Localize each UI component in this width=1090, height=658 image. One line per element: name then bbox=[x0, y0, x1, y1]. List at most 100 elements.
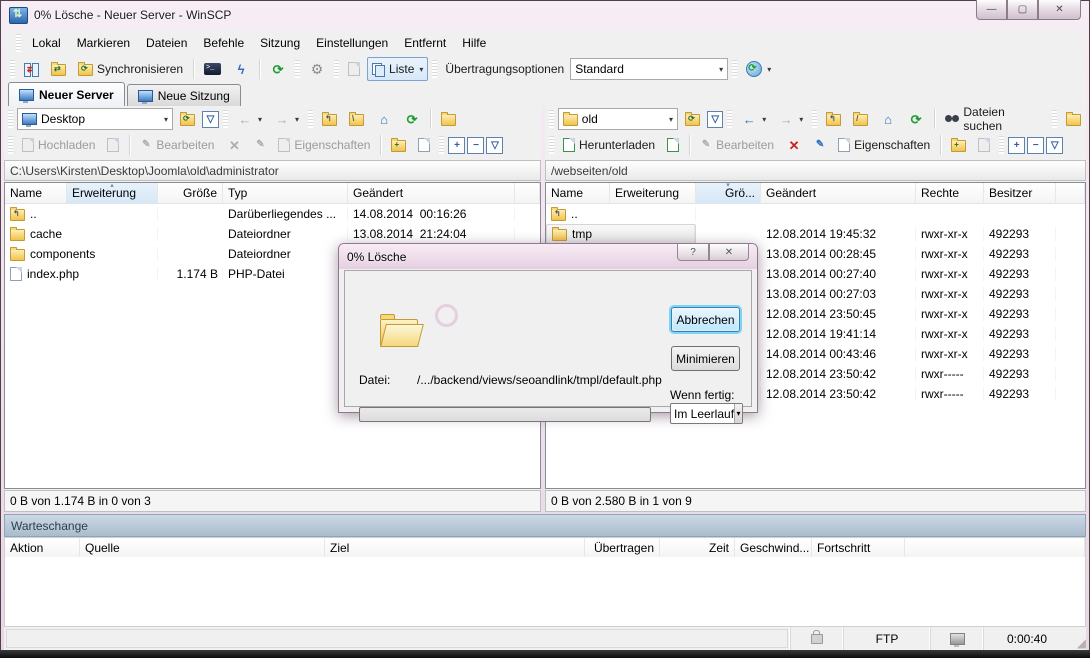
chevron-down-icon[interactable]: ▾ bbox=[767, 65, 771, 74]
dialog-close-button[interactable]: ✕ bbox=[709, 244, 749, 261]
tab-neue-sitzung[interactable]: Neue Sitzung bbox=[127, 84, 241, 106]
statusbar-protocol-cell[interactable]: FTP bbox=[843, 627, 930, 650]
cancel-button[interactable]: Abbrechen bbox=[671, 307, 740, 332]
download-background-button[interactable] bbox=[662, 133, 684, 157]
remote-new-folder-button[interactable]: + bbox=[946, 133, 971, 157]
refresh-button[interactable]: ⟳ bbox=[265, 57, 291, 81]
remote-back-button[interactable]: ←▾ bbox=[736, 107, 771, 131]
remote-open-directory-button[interactable]: ⟳ bbox=[680, 107, 705, 131]
list-view-button[interactable]: Liste ▾ bbox=[367, 57, 428, 81]
local-new-link-button[interactable] bbox=[413, 133, 435, 157]
local-path-bar[interactable]: C:\Users\Kirsten\Desktop\Joomla\old\admi… bbox=[4, 160, 541, 181]
chevron-down-icon[interactable]: ▾ bbox=[762, 115, 766, 124]
column-header-name[interactable]: Name bbox=[5, 183, 67, 203]
column-header-rechte[interactable]: Rechte bbox=[916, 183, 984, 203]
custom-commands-button[interactable]: ϟ bbox=[228, 57, 254, 81]
minimize-dialog-button[interactable]: Minimieren bbox=[671, 346, 740, 371]
column-header-erweiterung[interactable]: ▴Erweiterung bbox=[67, 183, 158, 203]
remote-refresh-button[interactable]: ⟳ bbox=[903, 107, 929, 131]
remote-select-button[interactable]: + bbox=[1008, 137, 1025, 154]
download-button[interactable]: Herunterladen bbox=[558, 133, 660, 157]
menu-befehle[interactable]: Befehle bbox=[196, 33, 251, 53]
synchronize-button[interactable]: ⟳ Synchronisieren bbox=[73, 57, 188, 81]
file-row-cache[interactable]: cache Dateiordner 13.08.2014 21:24:04 bbox=[5, 224, 540, 244]
remote-rename-button[interactable]: ✎ bbox=[809, 133, 831, 157]
close-button[interactable]: ✕ bbox=[1038, 0, 1081, 20]
commander-view-button[interactable]: ⇄ bbox=[19, 57, 44, 81]
menu-hilfe[interactable]: Hilfe bbox=[455, 33, 493, 53]
file-value: /.../backend/views/seoandlink/tmpl/defau… bbox=[417, 373, 662, 387]
file-row-parent[interactable]: ↰.. Darüberliegendes ... 14.08.2014 00:1… bbox=[5, 204, 540, 224]
preferences-button[interactable]: ⚙ bbox=[304, 57, 330, 81]
queue-column-zeit[interactable]: Zeit bbox=[660, 538, 735, 558]
queue-column-fortschritt[interactable]: Fortschritt bbox=[812, 538, 905, 558]
column-header-typ[interactable]: Typ bbox=[223, 183, 348, 203]
local-select-button[interactable]: + bbox=[448, 137, 465, 154]
column-header-geaendert[interactable]: Geändert bbox=[348, 183, 515, 203]
local-new-folder-button[interactable]: + bbox=[386, 133, 411, 157]
tree-icon bbox=[1066, 114, 1081, 126]
local-root-directory-button[interactable]: \ bbox=[344, 107, 369, 131]
file-row-parent[interactable]: ↰.. bbox=[546, 204, 1085, 224]
column-header-groesse[interactable]: ▾Grö... bbox=[696, 183, 761, 203]
local-open-directory-button[interactable]: ⟳ bbox=[175, 107, 200, 131]
find-files-button[interactable]: Dateien suchen bbox=[940, 107, 1048, 131]
column-header-besitzer[interactable]: Besitzer bbox=[984, 183, 1056, 203]
local-selection-filter-button[interactable]: ▽ bbox=[486, 137, 503, 154]
statusbar-security-cell[interactable] bbox=[790, 627, 843, 650]
remote-parent-directory-button[interactable]: ↰ bbox=[821, 107, 846, 131]
minimize-button[interactable]: — bbox=[976, 0, 1007, 20]
remote-unselect-button[interactable]: − bbox=[1027, 137, 1044, 154]
menu-lokal[interactable]: Lokal bbox=[25, 33, 68, 53]
restore-button[interactable]: ▢ bbox=[1007, 0, 1038, 20]
menu-dateien[interactable]: Dateien bbox=[139, 33, 194, 53]
remote-directory-combobox[interactable]: old ▾ bbox=[558, 108, 678, 130]
local-parent-directory-button[interactable]: ↰ bbox=[317, 107, 342, 131]
remote-properties-button[interactable]: Eigenschaften bbox=[833, 133, 935, 157]
local-home-directory-button[interactable]: ⌂ bbox=[371, 107, 397, 131]
chevron-down-icon[interactable]: ▾ bbox=[419, 65, 423, 74]
synchronize-remote-button[interactable]: ⟳ ▾ bbox=[741, 57, 776, 81]
menu-markieren[interactable]: Markieren bbox=[70, 33, 137, 53]
transfer-preset-combobox[interactable]: Standard ▾ bbox=[570, 58, 728, 80]
remote-path-bar[interactable]: /webseiten/old bbox=[545, 160, 1086, 181]
open-console-button[interactable]: >_ bbox=[199, 57, 226, 81]
column-header-erweiterung[interactable]: Erweiterung bbox=[610, 183, 696, 203]
local-tree-button[interactable] bbox=[436, 107, 461, 131]
queue-column-uebertragen[interactable]: Übertragen bbox=[585, 538, 660, 558]
dialog-help-button[interactable]: ? bbox=[677, 244, 709, 261]
synchronize-browsing-button[interactable]: ⇄ bbox=[46, 57, 71, 81]
queue-column-geschwindigkeit[interactable]: Geschwind... bbox=[735, 538, 812, 558]
file-row-tmp[interactable]: tmp 12.08.2014 19:45:32 rwxr-xr-x 492293 bbox=[546, 224, 1085, 244]
progress-bar bbox=[359, 407, 651, 422]
menu-sitzung[interactable]: Sitzung bbox=[253, 33, 307, 53]
local-filter-button[interactable]: ▽ bbox=[202, 111, 219, 128]
when-done-combobox[interactable]: Im Leerlauf ▾ bbox=[670, 403, 743, 424]
column-header-geaendert[interactable]: Geändert bbox=[761, 183, 916, 203]
queue-column-quelle[interactable]: Quelle bbox=[80, 538, 325, 558]
menu-einstellungen[interactable]: Einstellungen bbox=[309, 33, 395, 53]
column-header-name[interactable]: Name bbox=[546, 183, 610, 203]
remote-home-directory-button[interactable]: ⌂ bbox=[875, 107, 901, 131]
local-refresh-button[interactable]: ⟳ bbox=[399, 107, 425, 131]
remote-tree-button[interactable] bbox=[1061, 107, 1086, 131]
queue-list[interactable] bbox=[4, 557, 1086, 627]
local-unselect-button[interactable]: − bbox=[467, 137, 484, 154]
column-header-groesse[interactable]: Größe bbox=[158, 183, 223, 203]
queue-column-ziel[interactable]: Ziel bbox=[325, 538, 585, 558]
chevron-down-icon[interactable]: ▾ bbox=[734, 404, 742, 423]
toolbar-grip bbox=[10, 60, 15, 78]
local-drive-combobox[interactable]: Desktop ▾ bbox=[17, 108, 173, 130]
remote-filter-button[interactable]: ▽ bbox=[707, 111, 723, 128]
remote-selection-filter-button[interactable]: ▽ bbox=[1046, 137, 1063, 154]
remote-new-link-button bbox=[973, 133, 995, 157]
statusbar-server-cell[interactable] bbox=[930, 627, 983, 650]
refresh-icon: ⟳ bbox=[908, 111, 924, 127]
tab-neuer-server[interactable]: Neuer Server bbox=[8, 82, 125, 106]
queue-title-bar[interactable]: Warteschange bbox=[4, 514, 1086, 537]
resize-grip[interactable]: ◢ bbox=[1070, 627, 1086, 650]
menu-entfernt[interactable]: Entfernt bbox=[397, 33, 453, 53]
queue-column-aktion[interactable]: Aktion bbox=[5, 538, 80, 558]
remote-delete-button[interactable]: ✕ bbox=[781, 133, 807, 157]
remote-root-directory-button[interactable]: / bbox=[848, 107, 873, 131]
